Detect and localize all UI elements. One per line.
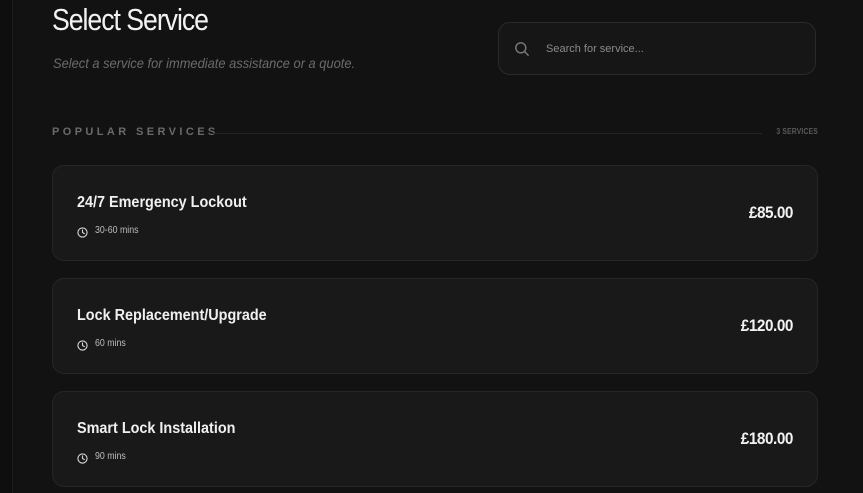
service-card-lock-replacement[interactable]: Lock Replacement/Upgrade 60 mins £120.00 — [52, 278, 818, 374]
section-divider — [210, 133, 762, 134]
search-icon — [514, 41, 530, 57]
service-card-emergency-lockout[interactable]: 24/7 Emergency Lockout 30-60 mins £85.00 — [52, 165, 818, 261]
section-header: POPULAR SERVICES 3 SERVICES — [52, 126, 818, 140]
service-duration: 30-60 mins — [77, 223, 144, 238]
service-card-smart-lock[interactable]: Smart Lock Installation 90 mins £180.00 — [52, 391, 818, 487]
service-name: Smart Lock Installation — [77, 420, 236, 437]
search-box[interactable] — [498, 22, 816, 75]
clock-icon — [77, 338, 88, 351]
left-rail — [0, 0, 13, 493]
service-price: £85.00 — [748, 203, 794, 222]
duration-text: 30-60 mins — [95, 224, 139, 236]
service-price: £180.00 — [740, 429, 794, 448]
service-price: £120.00 — [740, 316, 794, 335]
service-name: 24/7 Emergency Lockout — [77, 194, 247, 211]
clock-icon — [77, 451, 88, 464]
service-name: Lock Replacement/Upgrade — [77, 307, 267, 324]
page-title: Select Service — [52, 2, 209, 37]
page-subtitle: Select a service for immediate assistanc… — [53, 55, 356, 71]
duration-text: 60 mins — [95, 337, 126, 349]
service-duration: 90 mins — [77, 449, 130, 464]
section-title: POPULAR SERVICES — [52, 126, 219, 138]
service-count: 3 SERVICES — [776, 127, 818, 136]
service-duration: 60 mins — [77, 336, 130, 351]
duration-text: 90 mins — [95, 450, 126, 462]
search-input[interactable] — [546, 39, 796, 59]
clock-icon — [77, 225, 88, 238]
